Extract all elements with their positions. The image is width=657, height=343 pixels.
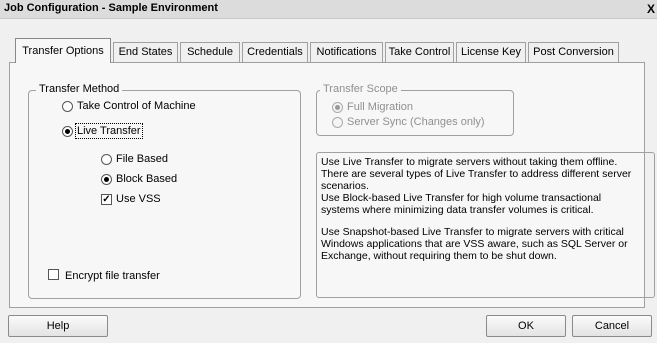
full-migration-label: Full Migration — [347, 101, 414, 113]
tab-label: Take Control — [388, 46, 451, 58]
live-transfer-label[interactable]: Live Transfer — [75, 123, 143, 139]
tab-license-key[interactable]: License Key — [456, 42, 526, 62]
ok-button[interactable]: OK — [486, 315, 566, 337]
file-based-label[interactable]: File Based — [116, 152, 168, 166]
tab-end-states[interactable]: End States — [113, 42, 178, 62]
description-line: Exchange, without requiring them to be s… — [321, 250, 557, 262]
description-text: Use Live Transfer to migrate servers wit… — [321, 156, 651, 262]
tab-take-control[interactable]: Take Control — [385, 42, 454, 62]
description-line: Windows applications that are VSS aware,… — [321, 238, 628, 250]
transfer-scope-group — [316, 90, 514, 136]
transfer-method-group — [28, 90, 301, 299]
description-line: Use Live Transfer to migrate servers wit… — [321, 156, 618, 168]
cancel-button[interactable]: Cancel — [572, 315, 652, 337]
transfer-scope-legend: Transfer Scope — [320, 83, 401, 96]
take-control-radio[interactable] — [62, 101, 73, 112]
description-box: Use Live Transfer to migrate servers wit… — [316, 152, 655, 298]
server-sync-radio — [332, 117, 343, 128]
encrypt-checkbox[interactable] — [48, 269, 59, 280]
description-line: Use Snapshot-based Live Transfer to migr… — [321, 226, 624, 238]
tab-credentials[interactable]: Credentials — [242, 42, 308, 62]
block-based-label[interactable]: Block Based — [116, 172, 177, 186]
tab-schedule[interactable]: Schedule — [180, 42, 240, 62]
block-based-radio[interactable] — [101, 174, 112, 185]
title-bar: Job Configuration - Sample Environment X — [0, 0, 657, 19]
tab-panel-transfer-options: Transfer Method Take Control of Machine … — [9, 62, 655, 308]
tab-label: Schedule — [187, 46, 233, 58]
take-control-label[interactable]: Take Control of Machine — [77, 99, 196, 113]
use-vss-label[interactable]: Use VSS — [116, 192, 161, 206]
tab-notifications[interactable]: Notifications — [310, 42, 383, 62]
tab-label: Credentials — [247, 46, 303, 58]
tab-label: License Key — [461, 46, 521, 58]
live-transfer-radio[interactable] — [62, 126, 73, 137]
window-title: Job Configuration - Sample Environment — [4, 2, 218, 14]
tab-label: End States — [118, 46, 173, 58]
tab-label: Post Conversion — [533, 46, 614, 58]
tab-post-conversion[interactable]: Post Conversion — [528, 42, 619, 62]
tab-transfer-options[interactable]: Transfer Options — [15, 38, 111, 63]
tab-label: Transfer Options — [22, 45, 104, 57]
encrypt-label[interactable]: Encrypt file transfer — [65, 269, 160, 283]
full-migration-radio — [332, 102, 343, 113]
file-based-radio[interactable] — [101, 154, 112, 165]
server-sync-label: Server Sync (Changes only) — [347, 116, 485, 128]
transfer-method-legend: Transfer Method — [36, 83, 123, 96]
tab-label: Notifications — [316, 46, 377, 58]
close-icon[interactable]: X — [645, 2, 657, 16]
help-button[interactable]: Help — [8, 315, 108, 337]
description-line: Use Block-based Live Transfer for high v… — [321, 192, 602, 204]
use-vss-checkbox[interactable]: ✓ — [101, 194, 112, 205]
description-line: scenarios. — [321, 180, 369, 192]
description-line: systems where minimizing data transfer v… — [321, 204, 594, 216]
description-line: There are several types of Live Transfer… — [321, 168, 632, 180]
